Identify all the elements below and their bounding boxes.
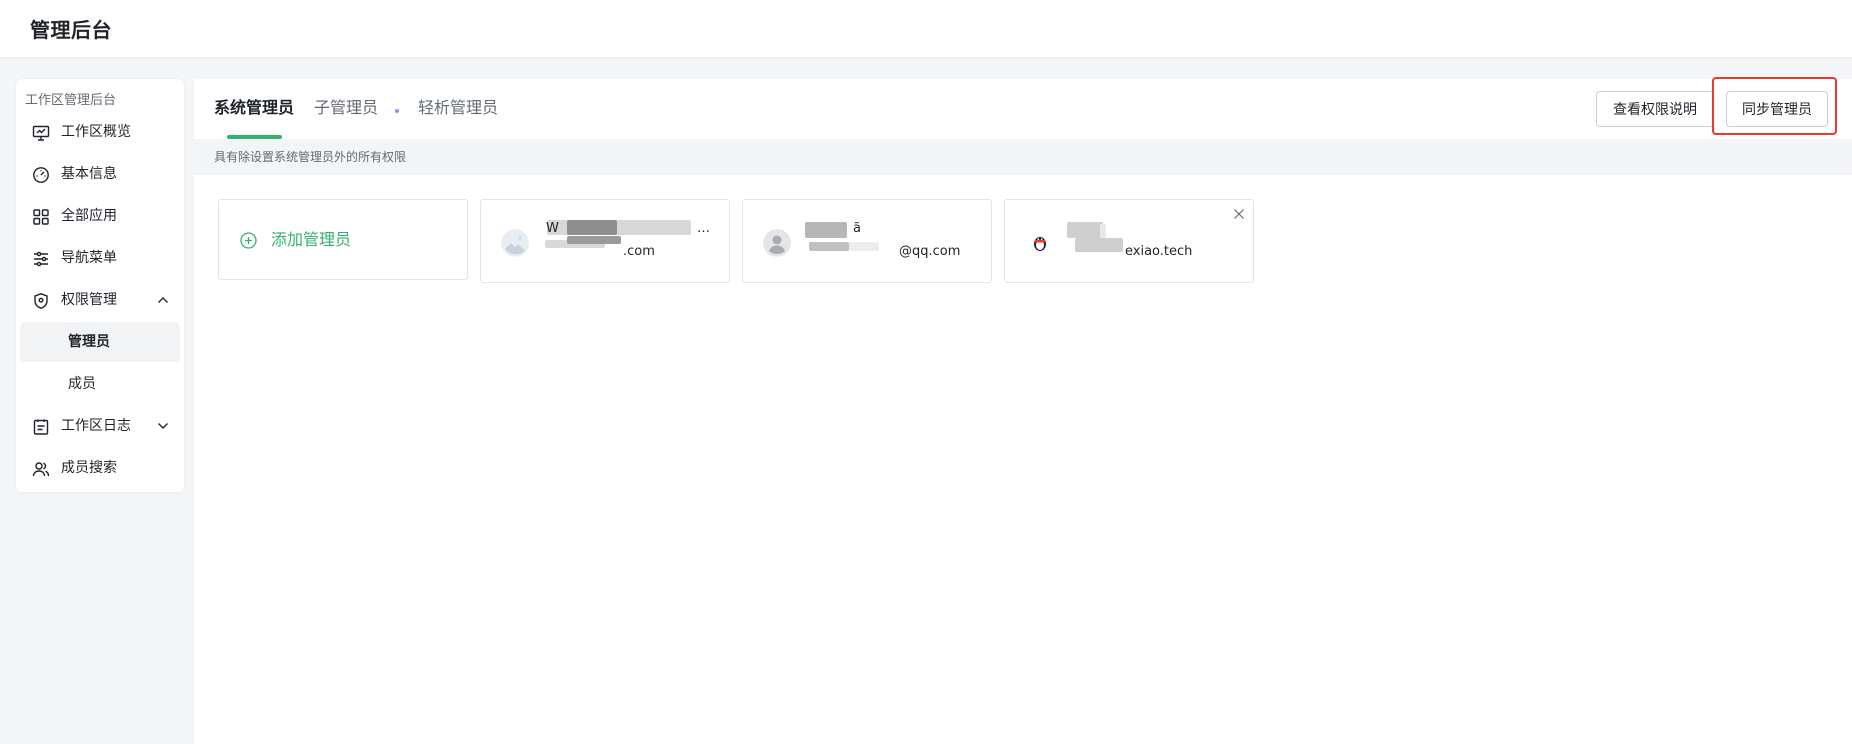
gauge-icon bbox=[33, 167, 49, 183]
sidebar-item-label: 全部应用 bbox=[61, 208, 117, 224]
avatar bbox=[763, 229, 791, 257]
redaction-mask bbox=[849, 242, 879, 251]
app-title: 管理后台 bbox=[30, 18, 112, 42]
tab-analytics-admins[interactable]: 轻析管理员 bbox=[418, 96, 498, 120]
sidebar-item-label: 成员 bbox=[68, 376, 96, 392]
sidebar-item-admins[interactable]: 管理员 bbox=[20, 322, 180, 362]
penguin-avatar bbox=[1034, 237, 1046, 251]
add-admin-label: 添加管理员 bbox=[271, 230, 352, 249]
redaction-mask bbox=[809, 242, 849, 251]
sidebar-item-label: 工作区概览 bbox=[61, 124, 131, 140]
sidebar-item-label: 成员搜索 bbox=[61, 460, 117, 476]
redaction-mask bbox=[1075, 238, 1123, 252]
view-permissions-button[interactable]: 查看权限说明 bbox=[1596, 91, 1714, 127]
sidebar-item-nav-menu[interactable]: 导航菜单 bbox=[20, 238, 180, 278]
users-icon bbox=[32, 462, 50, 477]
admin-card: exiao.tech bbox=[1004, 199, 1254, 283]
sidebar-item-label: 导航菜单 bbox=[61, 250, 117, 266]
admin-email: exiao.tech bbox=[1125, 244, 1193, 259]
avatar bbox=[501, 229, 529, 257]
admin-name: W bbox=[546, 221, 559, 236]
sidebar-item-overview[interactable]: 工作区概览 bbox=[20, 112, 180, 152]
sidebar-item-workspace-log[interactable]: 工作区日志 bbox=[20, 406, 180, 446]
tab-bar: 系统管理员 子管理员 轻析管理员 查看权限说明 同步管理员 bbox=[194, 77, 1852, 139]
monitor-icon bbox=[32, 125, 50, 141]
top-bar: 管理后台 bbox=[0, 0, 1852, 58]
add-admin-card[interactable]: 添加管理员 bbox=[218, 199, 468, 280]
tab-system-admins[interactable]: 系统管理员 bbox=[214, 96, 294, 120]
sidebar-item-basic-info[interactable]: 基本信息 bbox=[20, 154, 180, 194]
sidebar: 工作区管理后台 工作区概览 基本信息 全部应用 导航菜单 权限管理 管理员 成员… bbox=[16, 79, 184, 492]
tab-sub-admins[interactable]: 子管理员 bbox=[314, 96, 378, 120]
sidebar-item-label: 基本信息 bbox=[61, 166, 117, 182]
sidebar-section-title: 工作区管理后台 bbox=[25, 93, 117, 108]
chevron-up-icon bbox=[158, 297, 168, 303]
redaction-mask bbox=[805, 222, 847, 238]
redaction-mask bbox=[567, 220, 617, 235]
clipboard-icon bbox=[33, 419, 49, 435]
admin-card: ã @qq.com bbox=[742, 199, 992, 283]
redaction-mask bbox=[567, 236, 621, 244]
tab-description: 具有除设置系统管理员外的所有权限 bbox=[214, 150, 407, 164]
sidebar-item-member-search[interactable]: 成员搜索 bbox=[20, 448, 180, 488]
grid-icon bbox=[33, 209, 49, 225]
admin-name-ellipsis: … bbox=[697, 221, 710, 236]
admin-name-fragment: ã bbox=[853, 221, 861, 236]
shield-icon bbox=[34, 293, 48, 309]
sliders-icon bbox=[34, 251, 48, 267]
sync-admins-button[interactable]: 同步管理员 bbox=[1726, 91, 1828, 127]
admin-email: .com bbox=[623, 244, 655, 259]
admin-email: @qq.com bbox=[899, 244, 961, 259]
description-bar: 具有除设置系统管理员外的所有权限 bbox=[194, 139, 1852, 175]
sidebar-item-label: 工作区日志 bbox=[61, 418, 131, 434]
main-panel: 系统管理员 子管理员 轻析管理员 查看权限说明 同步管理员 具有除设置系统管理员… bbox=[194, 77, 1852, 744]
plus-circle-icon bbox=[240, 232, 257, 249]
redaction-mask bbox=[1100, 224, 1106, 238]
sidebar-item-all-apps[interactable]: 全部应用 bbox=[20, 196, 180, 236]
close-icon[interactable] bbox=[1233, 208, 1245, 220]
sidebar-item-permissions[interactable]: 权限管理 bbox=[20, 280, 180, 320]
redaction-mask bbox=[1067, 222, 1103, 238]
admin-card: W … .com bbox=[480, 199, 730, 283]
tab-badge-dot bbox=[395, 109, 399, 113]
sidebar-item-members[interactable]: 成员 bbox=[20, 364, 180, 404]
sidebar-item-label: 管理员 bbox=[68, 334, 110, 350]
chevron-down-icon bbox=[158, 423, 168, 429]
sidebar-item-label: 权限管理 bbox=[61, 292, 117, 308]
